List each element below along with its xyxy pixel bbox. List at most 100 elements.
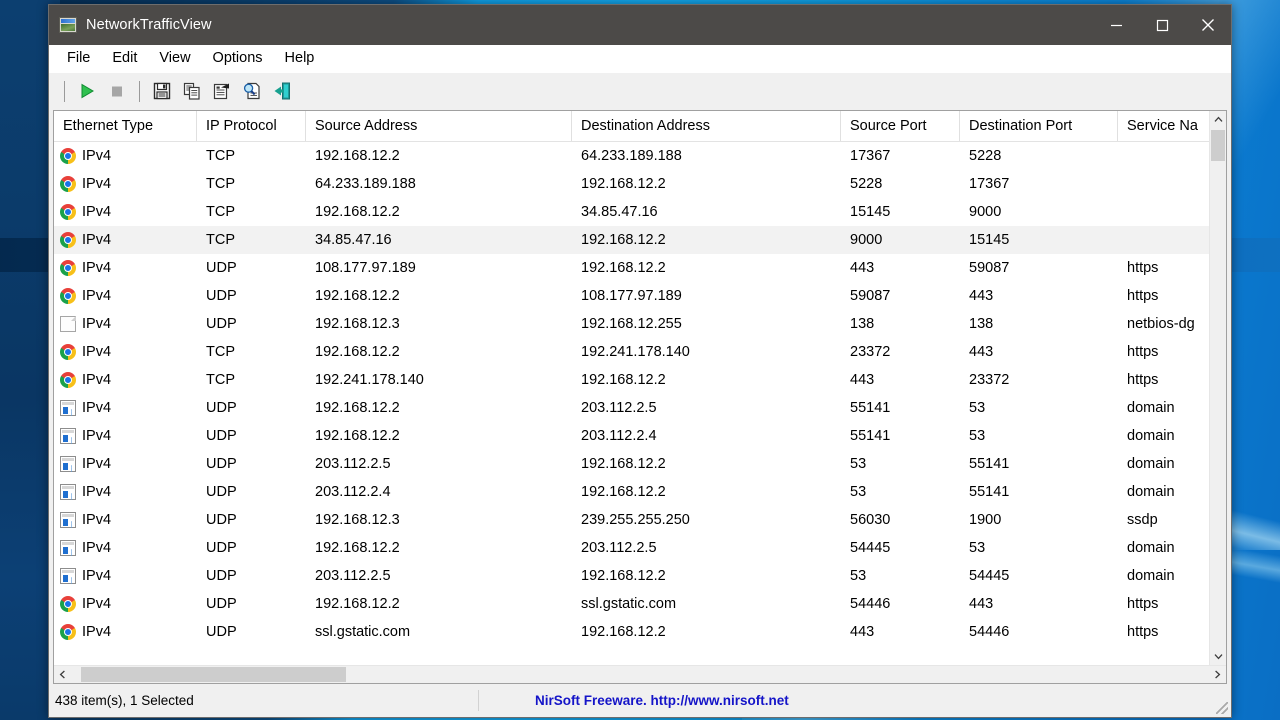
- column-header-ip-protocol[interactable]: IP Protocol: [197, 111, 306, 141]
- column-header-service-name[interactable]: Service Na: [1118, 111, 1209, 141]
- maximize-icon: [1156, 19, 1168, 31]
- cell-source-port: 138: [850, 316, 875, 332]
- vertical-scroll-track[interactable]: [1210, 128, 1226, 648]
- scroll-left-button[interactable]: [54, 666, 71, 683]
- status-bar: 438 item(s), 1 Selected NirSoft Freeware…: [49, 684, 1231, 717]
- table-row[interactable]: IPv4 UDP 203.112.2.5 192.168.12.2 53 54445 dom…: [54, 562, 1209, 590]
- find-button[interactable]: [237, 77, 267, 105]
- table-row[interactable]: IPv4 UDP 203.112.2.5 192.168.12.2 53 55141 dom…: [54, 450, 1209, 478]
- cell-destination-port: 53: [969, 540, 986, 556]
- table-row[interactable]: IPv4 UDP 192.168.12.2 203.112.2.4 55141 53 dom…: [54, 422, 1209, 450]
- table-row[interactable]: IPv4 TCP 192.168.12.2 192.241.178.140 23372 4…: [54, 338, 1209, 366]
- maximize-button[interactable]: [1139, 5, 1185, 45]
- cell-destination-port: 5228: [969, 148, 1002, 164]
- table-row[interactable]: IPv4 UDP 192.168.12.3 239.255.255.250 56030 1…: [54, 506, 1209, 534]
- vertical-scroll-thumb[interactable]: [1211, 130, 1225, 161]
- cell-service-name: https: [1127, 260, 1159, 276]
- cell-destination-address: 203.112.2.5: [581, 540, 657, 556]
- cell-ip-protocol: TCP: [206, 372, 235, 388]
- cell-source-port: 443: [850, 372, 875, 388]
- exit-button[interactable]: [267, 77, 297, 105]
- cell-destination-address: 239.255.255.250: [581, 512, 690, 528]
- cell-source-port: 54446: [850, 596, 891, 612]
- cell-source-address: 192.168.12.2: [315, 596, 400, 612]
- app-window-icon: [59, 17, 77, 33]
- cell-source-address: 192.168.12.2: [315, 148, 400, 164]
- cell-ip-protocol: UDP: [206, 456, 237, 472]
- cell-service-name: domain: [1127, 568, 1175, 584]
- cell-destination-address: 192.168.12.2: [581, 624, 666, 640]
- menu-item-options[interactable]: Options: [203, 48, 273, 69]
- close-button[interactable]: [1185, 5, 1231, 45]
- cell-ip-protocol: UDP: [206, 512, 237, 528]
- table-row[interactable]: IPv4 UDP 192.168.12.2 ssl.gstatic.com 54446 4…: [54, 590, 1209, 618]
- cell-ethernet-type: IPv4: [54, 400, 197, 416]
- horizontal-scrollbar[interactable]: [54, 665, 1226, 683]
- menu-item-file[interactable]: File: [57, 48, 100, 69]
- cell-ip-protocol: UDP: [206, 428, 237, 444]
- chrome-icon: [60, 288, 76, 304]
- cell-ip-protocol: UDP: [206, 260, 237, 276]
- menu-item-help[interactable]: Help: [275, 48, 325, 69]
- scroll-right-button[interactable]: [1209, 666, 1226, 683]
- cell-ethernet-type-label: IPv4: [82, 596, 112, 612]
- title-bar[interactable]: NetworkTrafficView: [49, 5, 1231, 45]
- cell-destination-address: 192.168.12.2: [581, 372, 666, 388]
- table-row[interactable]: IPv4 TCP 192.168.12.2 34.85.47.16 15145 9000: [54, 198, 1209, 226]
- cell-destination-port: 9000: [969, 204, 1002, 220]
- start-capture-button[interactable]: [72, 77, 102, 105]
- cell-ip-protocol: UDP: [206, 288, 237, 304]
- table-row[interactable]: IPv4 UDP 192.168.12.2 203.112.2.5 54445 53 dom…: [54, 534, 1209, 562]
- menu-item-view[interactable]: View: [149, 48, 200, 69]
- table-row[interactable]: IPv4 TCP 64.233.189.188 192.168.12.2 5228 173…: [54, 170, 1209, 198]
- table-row[interactable]: IPv4 TCP 192.241.178.140 192.168.12.2 443 233…: [54, 366, 1209, 394]
- window-controls: [1093, 5, 1231, 45]
- minimize-button[interactable]: [1093, 5, 1139, 45]
- cell-source-port: 59087: [850, 288, 891, 304]
- vertical-scrollbar[interactable]: [1209, 111, 1226, 665]
- chevron-up-icon: [1214, 116, 1222, 122]
- cell-service-name: https: [1127, 288, 1159, 304]
- table-row[interactable]: IPv4 UDP 192.168.12.2 203.112.2.5 55141 53 dom…: [54, 394, 1209, 422]
- cell-source-address: 203.112.2.5: [315, 568, 391, 584]
- cell-ethernet-type: IPv4: [54, 596, 197, 612]
- cell-ethernet-type-label: IPv4: [82, 148, 112, 164]
- resize-grip[interactable]: [1216, 702, 1228, 714]
- stop-capture-button[interactable]: [102, 77, 132, 105]
- column-header-source-address[interactable]: Source Address: [306, 111, 572, 141]
- cell-destination-port: 53: [969, 400, 986, 416]
- copy-button[interactable]: [177, 77, 207, 105]
- menu-item-edit[interactable]: Edit: [102, 48, 147, 69]
- cell-source-address: 192.168.12.2: [315, 288, 400, 304]
- save-button[interactable]: [147, 77, 177, 105]
- table-row[interactable]: IPv4 UDP 203.112.2.4 192.168.12.2 53 55141 dom…: [54, 478, 1209, 506]
- cell-ethernet-type: IPv4: [54, 456, 197, 472]
- horizontal-scroll-thumb[interactable]: [81, 667, 346, 682]
- cell-ethernet-type-label: IPv4: [82, 400, 112, 416]
- table-row[interactable]: IPv4 TCP 34.85.47.16 192.168.12.2 9000 15145: [54, 226, 1209, 254]
- table-row[interactable]: IPv4 UDP 192.168.12.2 108.177.97.189 59087 44…: [54, 282, 1209, 310]
- scroll-down-button[interactable]: [1210, 648, 1226, 665]
- chrome-icon: [60, 372, 76, 388]
- table-row[interactable]: IPv4 UDP ssl.gstatic.com 192.168.12.2 443 544…: [54, 618, 1209, 646]
- nirsoft-link[interactable]: NirSoft Freeware. http://www.nirsoft.net: [535, 693, 789, 708]
- column-header-destination-port[interactable]: Destination Port: [960, 111, 1118, 141]
- column-header-ethernet-type[interactable]: Ethernet Type: [54, 111, 197, 141]
- cell-service-name: domain: [1127, 456, 1175, 472]
- chrome-icon: [60, 260, 76, 276]
- cell-source-port: 443: [850, 624, 875, 640]
- cell-destination-address: 192.241.178.140: [581, 344, 690, 360]
- cell-ethernet-type: IPv4: [54, 428, 197, 444]
- scroll-up-button[interactable]: [1210, 111, 1226, 128]
- properties-button[interactable]: [207, 77, 237, 105]
- cell-ip-protocol: UDP: [206, 540, 237, 556]
- table-row[interactable]: IPv4 UDP 192.168.12.3 192.168.12.255 138 138 n…: [54, 310, 1209, 338]
- cell-ethernet-type: IPv4: [54, 512, 197, 528]
- column-header-destination-address[interactable]: Destination Address: [572, 111, 841, 141]
- horizontal-scroll-track[interactable]: [71, 666, 1209, 683]
- cell-service-name: domain: [1127, 484, 1175, 500]
- table-row[interactable]: IPv4 UDP 108.177.97.189 192.168.12.2 443 5908…: [54, 254, 1209, 282]
- table-header: Ethernet Type IP Protocol Source Address De…: [54, 111, 1209, 142]
- column-header-source-port[interactable]: Source Port: [841, 111, 960, 141]
- table-row[interactable]: IPv4 TCP 192.168.12.2 64.233.189.188 17367 52…: [54, 142, 1209, 170]
